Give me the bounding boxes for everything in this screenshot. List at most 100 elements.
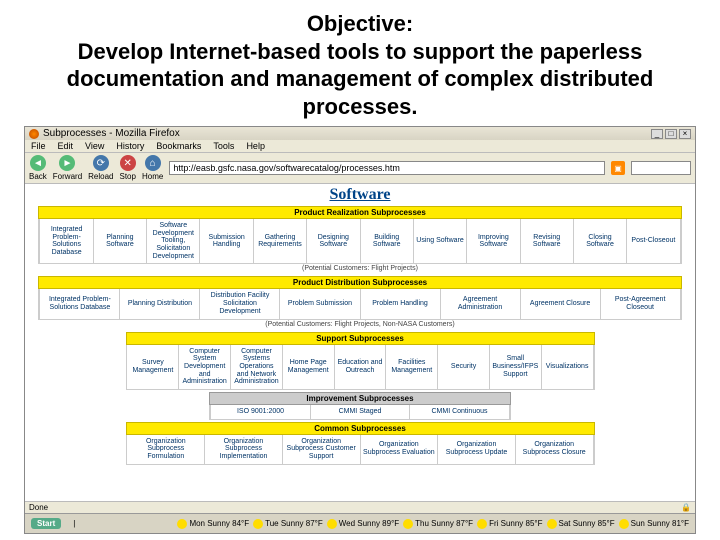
table-cell[interactable]: Computer System Development and Administ… <box>179 345 231 390</box>
table-row: ISO 9001:2000CMMI StagedCMMI Continuous <box>209 405 511 420</box>
section-header: Common Subprocesses <box>126 422 595 435</box>
weather-day: Sun Sunny 81°F <box>619 519 689 529</box>
menu-help[interactable]: Help <box>246 141 265 151</box>
weather-day: Wed Sunny 89°F <box>327 519 399 529</box>
home-button[interactable]: ⌂Home <box>142 155 163 181</box>
table-cell[interactable]: Organization Subprocess Update <box>438 435 516 465</box>
table-cell[interactable]: Organization Subprocess Closure <box>516 435 594 465</box>
taskbar-sep: | <box>73 519 75 528</box>
table-cell[interactable]: Problem Handling <box>361 289 441 319</box>
close-button[interactable]: × <box>679 129 691 139</box>
rss-icon[interactable]: ▣ <box>611 161 625 175</box>
table-cell[interactable]: Visualizations <box>542 345 594 390</box>
section-0: Product Realization SubprocessesIntegrat… <box>38 206 681 274</box>
search-box[interactable] <box>631 161 691 175</box>
table-cell[interactable]: Submission Handling <box>200 219 253 264</box>
table-row: Integrated Problem-Solutions DatabasePla… <box>38 289 681 319</box>
titlebar: Subprocesses - Mozilla Firefox _ □ × <box>25 127 695 140</box>
sun-icon <box>253 519 263 529</box>
menu-tools[interactable]: Tools <box>213 141 234 151</box>
table-cell[interactable]: Planning Software <box>94 219 147 264</box>
url-input[interactable] <box>169 161 605 175</box>
table-cell[interactable]: Integrated Problem-Solutions Database <box>39 219 93 264</box>
menu-view[interactable]: View <box>85 141 104 151</box>
table-cell[interactable]: Closing Software <box>574 219 627 264</box>
reload-button[interactable]: ⟳Reload <box>88 155 113 181</box>
firefox-icon <box>29 129 39 139</box>
table-cell[interactable]: Home Page Management <box>283 345 335 390</box>
table-cell[interactable]: Building Software <box>361 219 414 264</box>
table-cell[interactable]: Designing Software <box>307 219 360 264</box>
table-cell[interactable]: Agreement Administration <box>441 289 521 319</box>
table-cell[interactable]: Computer Systems Operations and Network … <box>231 345 283 390</box>
weather-day: Fri Sunny 85°F <box>477 519 542 529</box>
menu-history[interactable]: History <box>116 141 144 151</box>
sun-icon <box>619 519 629 529</box>
table-cell[interactable]: Post-Agreement Closeout <box>601 289 681 319</box>
minimize-button[interactable]: _ <box>651 129 663 139</box>
table-cell[interactable]: Planning Distribution <box>120 289 200 319</box>
table-cell[interactable]: Organization Subprocess Implementation <box>205 435 283 465</box>
table-cell[interactable]: Improving Software <box>467 219 520 264</box>
stop-button[interactable]: ✕Stop <box>120 155 136 181</box>
table-cell[interactable]: ISO 9001:2000 <box>210 405 311 420</box>
table-cell[interactable]: Agreement Closure <box>521 289 601 319</box>
status-text: Done <box>29 503 48 512</box>
weather-tray: Mon Sunny 84°FTue Sunny 87°FWed Sunny 89… <box>177 519 689 529</box>
page-content: Software Product Realization Subprocesse… <box>25 184 695 501</box>
table-cell[interactable]: CMMI Continuous <box>410 405 510 420</box>
weather-day: Sat Sunny 85°F <box>547 519 615 529</box>
table-cell[interactable]: Organization Subprocess Evaluation <box>361 435 439 465</box>
section-header: Improvement Subprocesses <box>209 392 511 405</box>
status-icons: 🔒 <box>681 503 691 512</box>
window-title: Subprocesses - Mozilla Firefox <box>43 128 180 139</box>
table-cell[interactable]: Small Business/IFPS Support <box>490 345 542 390</box>
menu-bookmarks[interactable]: Bookmarks <box>156 141 201 151</box>
sun-icon <box>403 519 413 529</box>
table-cell[interactable]: Distribution Facility Solicitation Devel… <box>200 289 280 319</box>
table-cell[interactable]: Using Software <box>414 219 467 264</box>
weather-day: Thu Sunny 87°F <box>403 519 473 529</box>
table-cell[interactable]: Post-Closeout <box>627 219 680 264</box>
table-cell[interactable]: Gathering Requirements <box>254 219 307 264</box>
section-header: Support Subprocesses <box>126 332 595 345</box>
table-cell[interactable]: Organization Subprocess Formulation <box>126 435 205 465</box>
window-controls: _ □ × <box>651 129 691 139</box>
section-subtext: (Potential Customers: Flight Projects) <box>38 264 681 274</box>
taskbar: Start | Mon Sunny 84°FTue Sunny 87°FWed … <box>25 513 695 533</box>
section-header: Product Distribution Subprocesses <box>38 276 681 289</box>
forward-button[interactable]: ►Forward <box>53 155 82 181</box>
menu-file[interactable]: File <box>31 141 46 151</box>
section-1: Product Distribution SubprocessesIntegra… <box>38 276 681 329</box>
statusbar: Done 🔒 <box>25 501 695 513</box>
menu-edit[interactable]: Edit <box>58 141 74 151</box>
table-cell[interactable]: Facilities Management <box>386 345 438 390</box>
objective-label: Objective: <box>40 10 680 38</box>
table-cell[interactable]: Education and Outreach <box>335 345 387 390</box>
table-row: Survey ManagementComputer System Develop… <box>126 345 595 390</box>
table-cell[interactable]: Organization Subprocess Customer Support <box>283 435 361 465</box>
table-row: Integrated Problem-Solutions DatabasePla… <box>38 219 681 264</box>
section-3: Improvement SubprocessesISO 9001:2000CMM… <box>209 392 511 420</box>
toolbar: ◄Back ►Forward ⟳Reload ✕Stop ⌂Home ▣ <box>25 153 695 184</box>
table-cell[interactable]: Integrated Problem-Solutions Database <box>39 289 120 319</box>
menubar: File Edit View History Bookmarks Tools H… <box>25 140 695 153</box>
table-cell[interactable]: Problem Submission <box>280 289 360 319</box>
sun-icon <box>547 519 557 529</box>
back-button[interactable]: ◄Back <box>29 155 47 181</box>
table-cell[interactable]: Software Development Tooling, Solicitati… <box>147 219 200 264</box>
sun-icon <box>327 519 337 529</box>
slide: Objective: Develop Internet-based tools … <box>0 0 720 540</box>
section-header: Product Realization Subprocesses <box>38 206 681 219</box>
table-row: Organization Subprocess FormulationOrgan… <box>126 435 595 465</box>
table-cell[interactable]: Security <box>438 345 490 390</box>
start-button[interactable]: Start <box>31 518 61 529</box>
table-cell[interactable]: Survey Management <box>126 345 179 390</box>
address-bar[interactable] <box>169 161 605 175</box>
weather-day: Tue Sunny 87°F <box>253 519 323 529</box>
table-cell[interactable]: Revising Software <box>521 219 574 264</box>
browser-window: Subprocesses - Mozilla Firefox _ □ × Fil… <box>24 126 696 534</box>
section-subtext: (Potential Customers: Flight Projects, N… <box>38 320 681 330</box>
maximize-button[interactable]: □ <box>665 129 677 139</box>
table-cell[interactable]: CMMI Staged <box>311 405 411 420</box>
